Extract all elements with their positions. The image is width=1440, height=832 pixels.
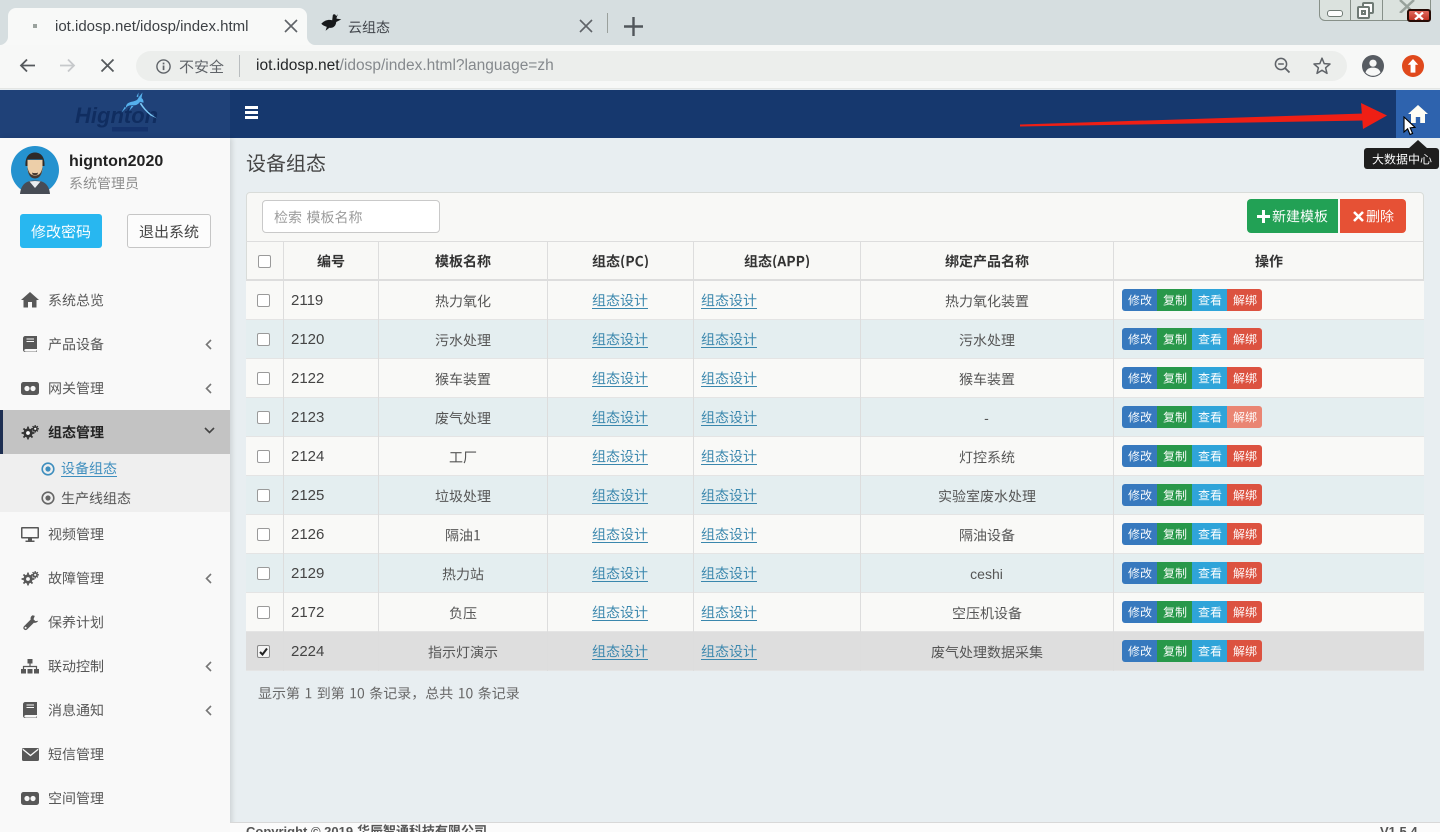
svg-text:Hignton: Hignton	[75, 103, 158, 128]
